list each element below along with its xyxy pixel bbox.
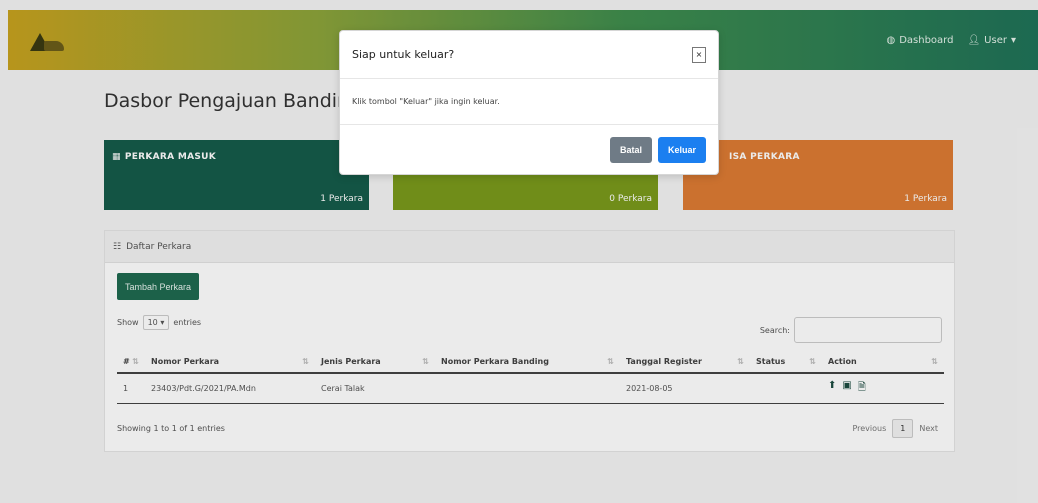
logout-modal: Siap untuk keluar? × Klik tombol "Keluar… (339, 30, 719, 175)
modal-title: Siap untuk keluar? (352, 48, 455, 61)
modal-body: Klik tombol "Keluar" jika ingin keluar. (340, 79, 718, 125)
cancel-button[interactable]: Batal (609, 137, 652, 163)
close-icon[interactable]: × (692, 46, 706, 63)
logout-button[interactable]: Keluar (657, 137, 706, 163)
